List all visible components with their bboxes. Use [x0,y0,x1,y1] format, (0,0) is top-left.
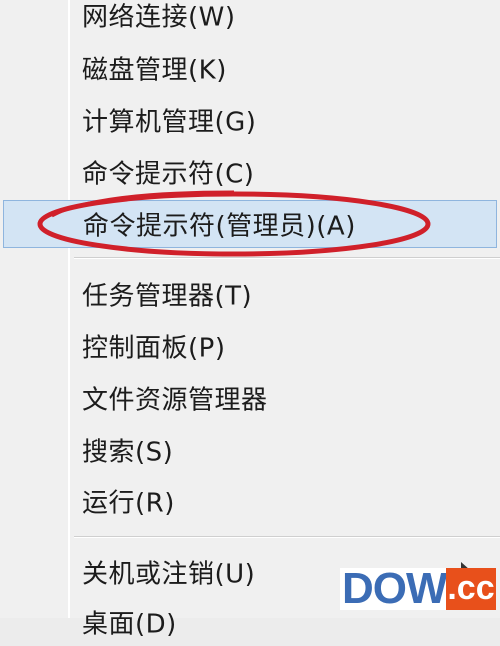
menu-item-run[interactable]: 运行(R) [0,477,500,525]
menu-item-label: 控制面板(P) [82,333,226,364]
menu-item-label: 文件资源管理器 [82,385,268,416]
menu-item-label: 关机或注销(U) [82,559,256,590]
context-menu: 网络连接(W) 磁盘管理(K) 计算机管理(G) 命令提示符(C) 命令提示符(… [0,0,500,640]
menu-item-label: 运行(R) [82,488,175,519]
menu-item-label: 计算机管理(G) [82,107,257,138]
menu-item-label: 任务管理器(T) [82,281,253,312]
menu-item-control-panel[interactable]: 控制面板(P) [0,322,500,370]
menu-item-label: 磁盘管理(K) [82,55,227,86]
menu-item-label: 命令提示符(管理员)(A) [83,211,356,242]
menu-item-desktop[interactable]: 桌面(D) [0,598,500,646]
menu-item-label: 网络连接(W) [82,2,236,33]
menu-item-label: 命令提示符(C) [82,159,255,190]
menu-item-file-explorer[interactable]: 文件资源管理器 [0,374,500,422]
menu-item-computer-management[interactable]: 计算机管理(G) [0,96,500,144]
menu-item-task-manager[interactable]: 任务管理器(T) [0,270,500,318]
menu-separator [74,257,500,259]
menu-item-search[interactable]: 搜索(S) [0,426,500,474]
menu-item-shutdown-or-sign-out[interactable]: 关机或注销(U) [0,548,500,596]
menu-item-command-prompt[interactable]: 命令提示符(C) [0,148,500,196]
submenu-arrow-icon [461,562,470,578]
menu-item-label: 搜索(S) [82,437,174,468]
menu-item-label: 桌面(D) [82,609,177,640]
menu-item-command-prompt-admin[interactable]: 命令提示符(管理员)(A) [3,200,497,248]
menu-separator [74,536,500,538]
menu-item-disk-management[interactable]: 磁盘管理(K) [0,44,500,92]
menu-item-network-connections[interactable]: 网络连接(W) [0,0,500,39]
